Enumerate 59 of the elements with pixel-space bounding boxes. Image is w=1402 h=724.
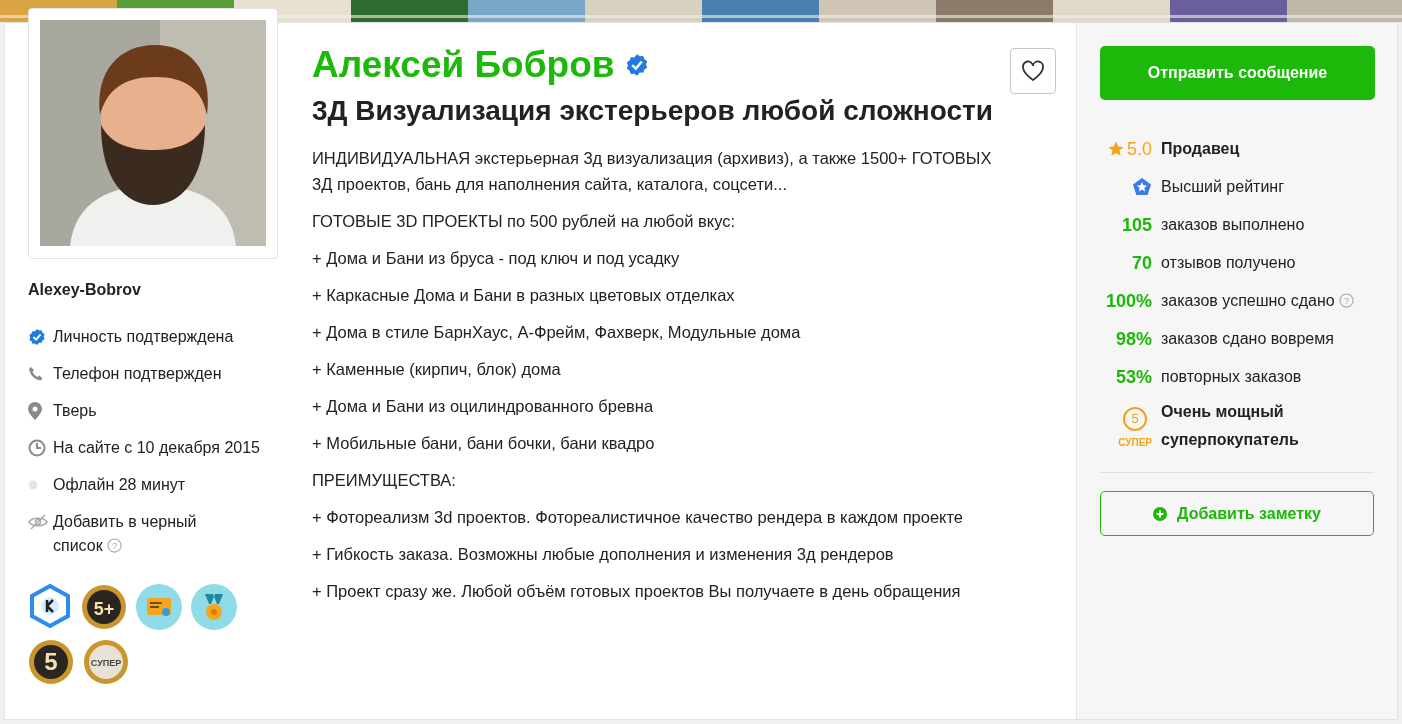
username: Alexey-Bobrov	[28, 281, 142, 299]
stat-value: 53%	[1115, 366, 1152, 389]
profile-info-text: На сайте с 10 декабря 2015	[53, 438, 260, 458]
stat-label: заказов сдано вовремя	[1161, 329, 1335, 349]
stat-label: повторных заказов	[1161, 367, 1303, 387]
profile-info-text: Тверь	[53, 401, 97, 421]
profile-info-text: Офлайн 28 минут	[53, 475, 186, 495]
profile-info-text: Телефон подтвержден	[53, 364, 222, 384]
clock-icon	[28, 439, 46, 457]
add-note-button[interactable]: Добавить заметку	[1100, 491, 1374, 536]
award-badge: СУПЕР	[83, 639, 129, 685]
stat-value: 100%	[1105, 290, 1152, 313]
crossed-eye-icon	[28, 514, 48, 530]
stat-value: 70	[1131, 252, 1152, 275]
stat-value: 105	[1121, 214, 1152, 237]
description-text: ИНДИВИДУАЛЬНАЯ экстерьерная 3д визуализация (архивиз), а также 1500+ ГОТОВЫХ 3Д проектов, бань для наполнения сайта, каталога, соцсети...	[312, 148, 993, 195]
star-badge-icon	[1132, 177, 1152, 197]
location-pin-icon	[28, 402, 42, 420]
award-badge: 5+	[81, 584, 127, 630]
stat-label: заказов успешно сдано ?	[1161, 282, 1374, 320]
seller-label: Продавец	[1161, 139, 1241, 159]
plus-icon	[1153, 506, 1168, 521]
rating-value: 5.0	[1126, 138, 1152, 161]
seller-name: Алексей Бобров	[312, 43, 615, 87]
stat-label: заказов выполнено	[1161, 215, 1306, 235]
profile-info-text: Личность подтверждена	[53, 327, 234, 347]
favorite-button[interactable]	[1010, 48, 1056, 94]
level-number: 5	[1123, 406, 1148, 431]
award-badge: 5	[28, 639, 74, 685]
hexagon-badge-icon	[28, 584, 72, 628]
description-text: + Гибкость заказа. Возможны любые дополнения и изменения 3д рендеров	[312, 544, 895, 565]
description-text: ПРЕИМУЩЕСТВА:	[312, 470, 457, 491]
star-icon	[1107, 141, 1124, 157]
medal-badge-icon	[191, 584, 237, 630]
verified-icon	[624, 53, 649, 77]
description-text: + Мобильные бани, бани бочки, бани квадро	[312, 433, 656, 454]
help-icon[interactable]: ?	[1338, 293, 1354, 308]
help-icon[interactable]: ?	[106, 538, 122, 553]
description-text: + Фотореализм 3d проектов. Фотореалистичное качество рендера в каждом проекте	[312, 507, 965, 528]
description-text: + Дома и Бани из оцилиндрованного бревна	[312, 396, 655, 417]
add-to-blacklist-link[interactable]: Добавить в черный список ?	[53, 510, 233, 558]
phone-icon	[28, 366, 44, 382]
stat-label: отзывов получено	[1161, 253, 1297, 273]
description-text: + Дома в стиле БарнХаус, А-Фрейм, Фахверк, Модульные дома	[312, 322, 802, 343]
description-text: + Дома и Бани из бруса - под ключ и под усадку	[312, 248, 681, 269]
service-title: 3Д Визуализация экстерьеров любой сложности	[312, 94, 994, 128]
verified-icon	[28, 328, 46, 346]
heart-icon	[1021, 60, 1045, 82]
top-rating-label: Высший рейтинг	[1161, 177, 1285, 197]
level-tag: СУПЕР	[1118, 436, 1152, 448]
description-text: + Каркасные Дома и Бани в разных цветовых отделках	[312, 285, 736, 306]
send-message-button[interactable]: Отправить сообщение	[1100, 46, 1375, 100]
certificate-badge-icon	[136, 584, 182, 630]
description-text: + Проект сразу же. Любой объём готовых проектов Вы получаете в день обращения	[312, 581, 962, 602]
description-text: ГОТОВЫЕ 3D ПРОЕКТЫ по 500 рублей на любой вкус:	[312, 211, 737, 232]
stat-value: 98%	[1115, 328, 1152, 351]
description-text: + Каменные (кирпич, блок) дома	[312, 359, 562, 380]
status-dot-icon	[28, 480, 38, 490]
level-label: Очень мощный суперпокупатель	[1161, 402, 1300, 450]
